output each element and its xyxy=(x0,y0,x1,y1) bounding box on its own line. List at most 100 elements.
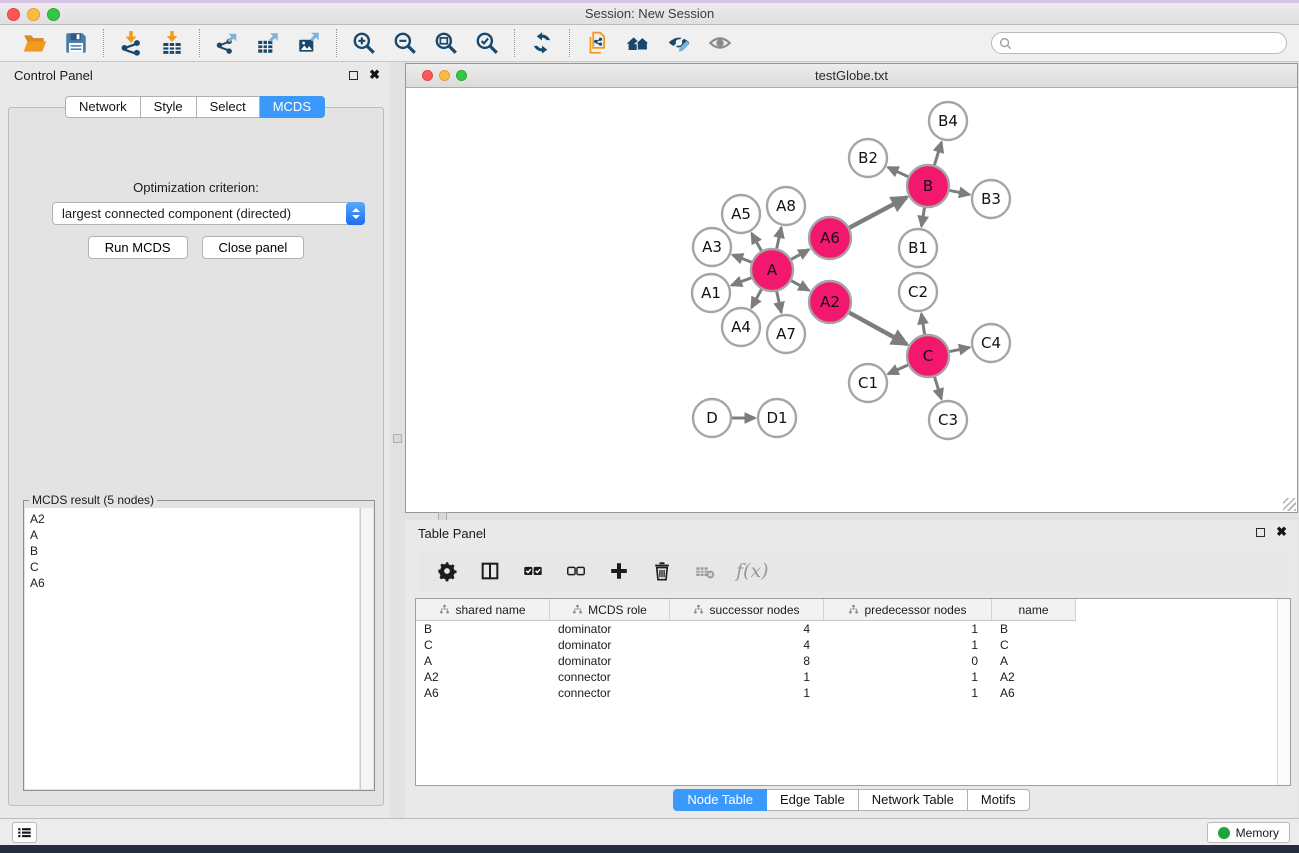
optimization-criterion-select[interactable]: largest connected component (directed) xyxy=(52,202,365,225)
column-header-shared-name[interactable]: shared name xyxy=(416,599,550,621)
table-cell[interactable]: 1 xyxy=(824,622,992,636)
table-row[interactable]: Bdominator41B xyxy=(416,621,1290,637)
node-C[interactable]: C xyxy=(907,335,949,377)
edge-B-B2[interactable] xyxy=(888,167,908,176)
edge-B-B3[interactable] xyxy=(950,190,970,194)
node-B3[interactable]: B3 xyxy=(972,180,1010,218)
resize-grip-icon[interactable] xyxy=(1283,498,1296,511)
table-cell[interactable]: dominator xyxy=(550,622,670,636)
zoom-fit-button[interactable] xyxy=(432,29,460,57)
network-graph[interactable]: B4B2BB3A8A5A6A3B1AC2A1A2A4A7C4CC1DD1C3 xyxy=(406,89,1297,513)
network-canvas[interactable]: B4B2BB3A8A5A6A3B1AC2A1A2A4A7C4CC1DD1C3 xyxy=(406,89,1297,512)
table-cell[interactable]: 1 xyxy=(670,686,824,700)
tab-select[interactable]: Select xyxy=(197,96,260,118)
edge-B-B4[interactable] xyxy=(934,142,941,165)
eye-button[interactable] xyxy=(706,29,734,57)
export-table-button[interactable] xyxy=(254,29,282,57)
node-C3[interactable]: C3 xyxy=(929,401,967,439)
node-D[interactable]: D xyxy=(693,399,731,437)
node-B4[interactable]: B4 xyxy=(929,102,967,140)
export-network-button[interactable] xyxy=(213,29,241,57)
edge-A-A4[interactable] xyxy=(752,289,762,307)
table-cell[interactable]: 1 xyxy=(824,670,992,684)
table-cell[interactable]: dominator xyxy=(550,654,670,668)
table-cell[interactable]: A2 xyxy=(992,670,1076,684)
edge-A2-C[interactable] xyxy=(849,313,907,345)
table-cell[interactable]: 0 xyxy=(824,654,992,668)
edge-A6-B[interactable] xyxy=(849,197,906,227)
table-row[interactable]: Adominator80A xyxy=(416,653,1290,669)
table-cell[interactable]: C xyxy=(992,638,1076,652)
tab-network[interactable]: Network xyxy=(65,96,141,118)
node-A5[interactable]: A5 xyxy=(722,195,760,233)
table-cell[interactable]: A6 xyxy=(416,686,550,700)
node-C4[interactable]: C4 xyxy=(972,324,1010,362)
table-cell[interactable]: 1 xyxy=(670,670,824,684)
edge-A-A8[interactable] xyxy=(777,227,782,248)
split-view-button[interactable] xyxy=(478,559,502,583)
import-network-button[interactable] xyxy=(117,29,145,57)
search-box[interactable] xyxy=(991,32,1287,54)
node-A7[interactable]: A7 xyxy=(767,315,805,353)
table-cell[interactable]: 4 xyxy=(670,622,824,636)
delete-column-button[interactable] xyxy=(650,559,674,583)
column-header-name[interactable]: name xyxy=(992,599,1076,621)
deselect-all-button[interactable] xyxy=(564,559,588,583)
edge-C-C4[interactable] xyxy=(950,347,970,351)
edge-B-B1[interactable] xyxy=(922,208,925,227)
edge-A-A6[interactable] xyxy=(791,250,809,260)
result-list-item[interactable]: A2 xyxy=(30,511,359,527)
run-mcds-button[interactable]: Run MCDS xyxy=(88,236,188,259)
zoom-selected-button[interactable] xyxy=(473,29,501,57)
tab-edge-table[interactable]: Edge Table xyxy=(767,789,859,811)
edge-A-A5[interactable] xyxy=(752,233,762,251)
table-row[interactable]: A2connector11A2 xyxy=(416,669,1290,685)
save-button[interactable] xyxy=(62,29,90,57)
node-A[interactable]: A xyxy=(751,249,793,291)
table-cell[interactable]: dominator xyxy=(550,638,670,652)
result-list-item[interactable]: A6 xyxy=(30,575,359,591)
settings-gear-button[interactable] xyxy=(435,559,459,583)
close-table-panel-icon[interactable]: ✖ xyxy=(1276,527,1287,537)
tab-node-table[interactable]: Node Table xyxy=(673,789,767,811)
result-list-item[interactable]: A xyxy=(30,527,359,543)
column-header-MCDS-role[interactable]: MCDS role xyxy=(550,599,670,621)
node-B2[interactable]: B2 xyxy=(849,139,887,177)
result-list-item[interactable]: C xyxy=(30,559,359,575)
node-A2[interactable]: A2 xyxy=(809,281,851,323)
export-image-button[interactable] xyxy=(295,29,323,57)
mcds-result-list[interactable]: A2ABCA6 xyxy=(25,508,359,789)
column-header-predecessor-nodes[interactable]: predecessor nodes xyxy=(824,599,992,621)
tab-motifs[interactable]: Motifs xyxy=(968,789,1030,811)
table-cell[interactable]: B xyxy=(416,622,550,636)
node-A8[interactable]: A8 xyxy=(767,187,805,225)
table-cell[interactable]: 1 xyxy=(824,686,992,700)
node-A3[interactable]: A3 xyxy=(693,228,731,266)
table-cell[interactable]: connector xyxy=(550,686,670,700)
edge-C-C1[interactable] xyxy=(888,365,908,374)
edge-A-A1[interactable] xyxy=(732,278,752,285)
refresh-button[interactable] xyxy=(528,29,556,57)
import-table-button[interactable] xyxy=(158,29,186,57)
table-cell[interactable]: connector xyxy=(550,670,670,684)
table-scrollbar[interactable] xyxy=(1277,599,1290,785)
vertical-splitter-handle[interactable] xyxy=(393,434,402,443)
column-header-successor-nodes[interactable]: successor nodes xyxy=(670,599,824,621)
node-C1[interactable]: C1 xyxy=(849,364,887,402)
add-column-button[interactable] xyxy=(607,559,631,583)
table-cell[interactable]: A xyxy=(992,654,1076,668)
node-A1[interactable]: A1 xyxy=(692,274,730,312)
edge-C-C2[interactable] xyxy=(921,314,924,335)
table-cell[interactable]: 1 xyxy=(824,638,992,652)
close-panel-button[interactable]: Close panel xyxy=(202,236,305,259)
table-cell[interactable]: B xyxy=(992,622,1076,636)
table-cell[interactable]: 4 xyxy=(670,638,824,652)
float-panel-icon[interactable] xyxy=(349,71,358,80)
search-input[interactable] xyxy=(1016,36,1279,50)
tab-style[interactable]: Style xyxy=(141,96,197,118)
duplicate-network-button[interactable] xyxy=(583,29,611,57)
node-A4[interactable]: A4 xyxy=(722,308,760,346)
edge-C-C3[interactable] xyxy=(935,377,942,399)
node-B1[interactable]: B1 xyxy=(899,229,937,267)
zoom-in-button[interactable] xyxy=(350,29,378,57)
